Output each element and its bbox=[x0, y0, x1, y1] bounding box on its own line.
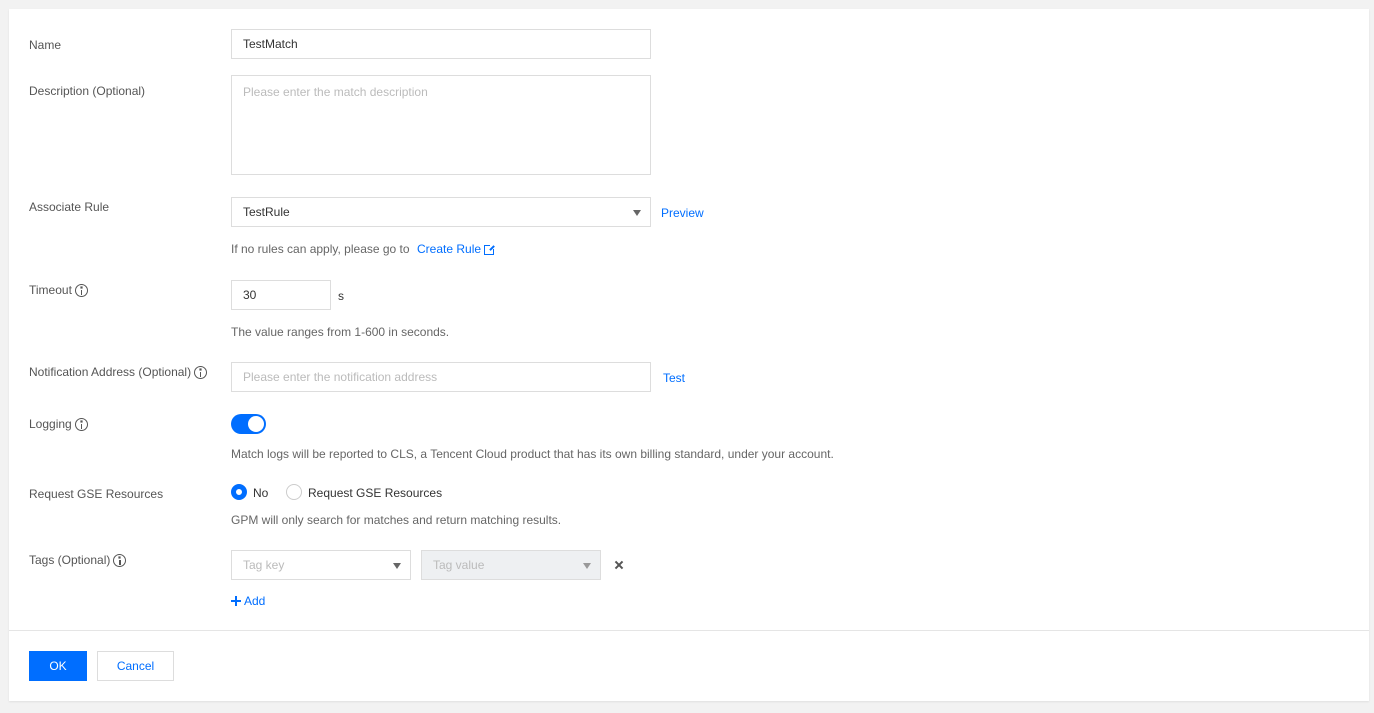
gse-radio-no-label: No bbox=[253, 486, 269, 500]
tags-label-text: Tags (Optional) bbox=[29, 553, 111, 567]
gse-label: Request GSE Resources bbox=[29, 487, 164, 501]
info-icon[interactable] bbox=[113, 553, 127, 567]
tags-label: Tags (Optional) bbox=[29, 553, 127, 567]
gse-radio-request[interactable] bbox=[286, 484, 302, 500]
info-icon[interactable] bbox=[74, 417, 88, 431]
caret-down-icon bbox=[633, 210, 641, 216]
create-rule-link[interactable]: Create Rule bbox=[417, 242, 497, 256]
tag-value-select: Tag value bbox=[421, 550, 601, 580]
caret-down-icon bbox=[393, 563, 401, 569]
associate-rule-select[interactable]: TestRule bbox=[231, 197, 651, 227]
gse-radio-request-label: Request GSE Resources bbox=[308, 486, 443, 500]
add-tag-label: Add bbox=[244, 594, 266, 608]
form-card: Name Description (Optional) Associate Ru… bbox=[9, 9, 1369, 701]
notification-input[interactable] bbox=[231, 362, 651, 392]
close-icon[interactable] bbox=[612, 558, 626, 572]
logging-toggle[interactable] bbox=[231, 414, 266, 434]
name-input[interactable] bbox=[231, 29, 651, 59]
info-icon[interactable] bbox=[74, 283, 88, 297]
timeout-unit: s bbox=[338, 289, 344, 303]
gse-hint: GPM will only search for matches and ret… bbox=[231, 513, 562, 527]
caret-down-icon bbox=[583, 563, 591, 569]
associate-rule-label: Associate Rule bbox=[29, 200, 110, 214]
toggle-knob bbox=[248, 416, 264, 432]
info-icon[interactable] bbox=[194, 365, 208, 379]
notification-label: Notification Address (Optional) bbox=[29, 365, 208, 379]
tag-key-placeholder: Tag key bbox=[243, 558, 285, 572]
footer-divider bbox=[9, 630, 1369, 631]
logging-label-text: Logging bbox=[29, 417, 72, 431]
notification-label-text: Notification Address (Optional) bbox=[29, 365, 192, 379]
logging-label: Logging bbox=[29, 417, 88, 431]
plus-icon bbox=[231, 596, 241, 606]
associate-rule-selected: TestRule bbox=[243, 205, 290, 219]
description-label: Description (Optional) bbox=[29, 84, 146, 98]
logging-hint: Match logs will be reported to CLS, a Te… bbox=[231, 447, 834, 461]
preview-link[interactable]: Preview bbox=[661, 206, 704, 220]
tag-value-placeholder: Tag value bbox=[433, 558, 485, 572]
add-tag-button[interactable]: Add bbox=[231, 594, 265, 608]
timeout-label-text: Timeout bbox=[29, 283, 72, 297]
description-textarea[interactable] bbox=[231, 75, 651, 175]
name-label: Name bbox=[29, 38, 62, 52]
cancel-button[interactable]: Cancel bbox=[97, 651, 174, 681]
timeout-hint: The value ranges from 1-600 in seconds. bbox=[231, 325, 450, 339]
test-link[interactable]: Test bbox=[663, 371, 685, 385]
associate-rule-hint: If no rules can apply, please go to bbox=[231, 242, 410, 256]
timeout-label: Timeout bbox=[29, 283, 88, 297]
create-rule-label: Create Rule bbox=[417, 242, 482, 256]
tag-key-select[interactable]: Tag key bbox=[231, 550, 411, 580]
timeout-input[interactable] bbox=[231, 280, 331, 310]
external-link-icon bbox=[484, 243, 497, 255]
ok-button[interactable]: OK bbox=[29, 651, 87, 681]
gse-radio-no[interactable] bbox=[231, 484, 247, 500]
